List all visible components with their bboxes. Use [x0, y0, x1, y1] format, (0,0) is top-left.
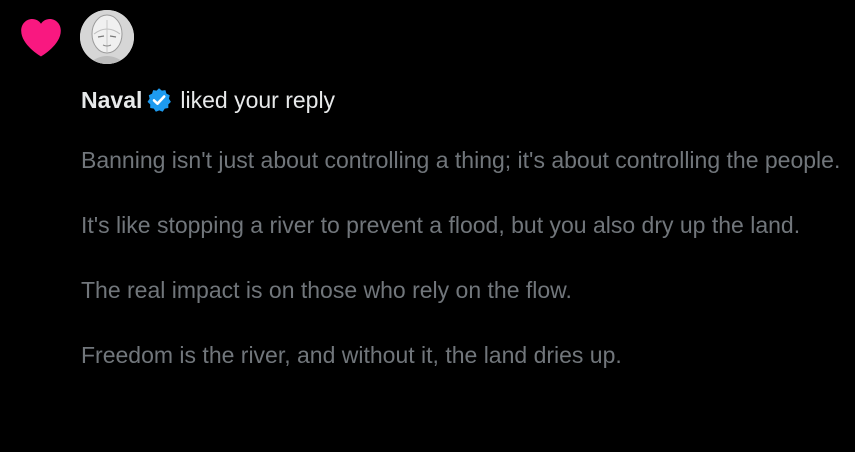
reply-text[interactable]: Banning isn't just about controlling a t…: [81, 144, 851, 371]
reply-paragraph: The real impact is on those who rely on …: [81, 277, 572, 303]
user-name-link[interactable]: Naval: [81, 87, 142, 114]
action-text: liked your reply: [180, 86, 336, 113]
verified-badge-icon: [147, 88, 172, 112]
avatar-image: [80, 10, 134, 64]
reply-paragraph: It's like stopping a river to prevent a …: [81, 212, 801, 238]
heart-icon: [21, 19, 61, 57]
notification-header: Naval liked your reply: [81, 84, 335, 116]
avatar[interactable]: [80, 10, 134, 64]
reply-paragraph: Banning isn't just about controlling a t…: [81, 147, 841, 173]
like-notification[interactable]: Naval liked your reply Banning isn't jus…: [0, 0, 855, 452]
reply-paragraph: Freedom is the river, and without it, th…: [81, 342, 622, 368]
